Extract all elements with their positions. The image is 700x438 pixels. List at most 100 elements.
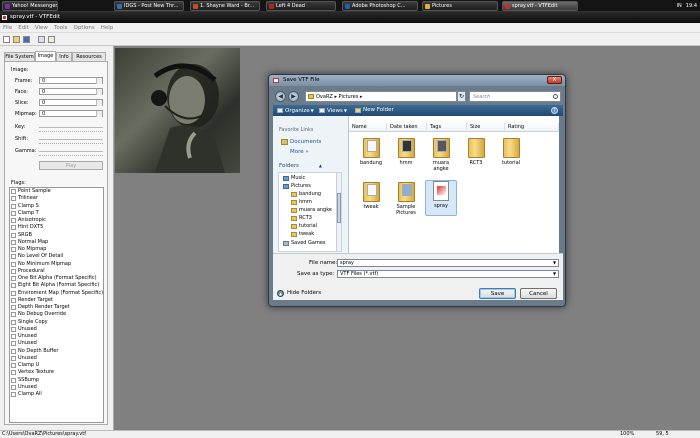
chevron-down-icon[interactable]: ▼ <box>551 260 558 266</box>
tab-resources[interactable]: Resources <box>72 52 106 61</box>
clock[interactable]: 19:4 <box>686 3 697 9</box>
more-links[interactable]: More » <box>290 149 309 155</box>
search-input[interactable]: Search <box>469 91 561 102</box>
folder-sample-pictures[interactable]: Sample Pictures <box>390 182 422 218</box>
flag-checkbox[interactable] <box>11 232 16 238</box>
flag-checkbox[interactable] <box>11 297 16 303</box>
menu-edit[interactable]: Edit <box>15 23 32 33</box>
flag-item[interactable]: Anisotropic <box>10 217 103 224</box>
menu-tools[interactable]: Tools <box>51 23 71 33</box>
column-name[interactable]: Name <box>349 123 387 132</box>
tree-bandung[interactable]: bandung <box>291 191 321 198</box>
flag-checkbox[interactable] <box>11 239 16 245</box>
flag-item[interactable]: One Bit Alpha (Format Specific) <box>10 275 103 282</box>
tree-tutorial[interactable]: tutorial <box>291 223 317 230</box>
folder-tutorial[interactable]: tutorial <box>495 138 527 174</box>
flag-item[interactable]: No Level Of Detail <box>10 253 103 260</box>
flag-item[interactable]: Hint DXT5 <box>10 224 103 231</box>
flag-item[interactable]: No Minimum Mipmap <box>10 261 103 268</box>
tree-rct3[interactable]: RCT3 <box>291 215 312 222</box>
flag-checkbox[interactable] <box>11 268 16 274</box>
tree-muara-angke[interactable]: muara angke <box>291 207 332 214</box>
folder-hmm[interactable]: hmm <box>390 138 422 174</box>
save-button[interactable]: Save <box>479 288 516 299</box>
tree-hmm[interactable]: hmm <box>291 199 312 206</box>
flag-checkbox[interactable] <box>11 261 16 267</box>
gamma-slider[interactable] <box>39 151 103 152</box>
flag-checkbox[interactable] <box>11 326 16 332</box>
flag-checkbox[interactable] <box>11 392 16 397</box>
column-tags[interactable]: Tags <box>427 123 467 132</box>
taskbar-vtfedit[interactable]: spray.vtf - VTFEdit <box>502 1 578 11</box>
face-field[interactable]: 0 <box>39 88 103 95</box>
file-name-field[interactable]: spray ▼ <box>337 259 559 267</box>
column-rating[interactable]: Rating <box>505 123 559 132</box>
chevron-down-icon[interactable]: ▼ <box>551 271 558 277</box>
folder-tweak[interactable]: tweak <box>355 182 387 218</box>
taskbar-yahoo-messenger[interactable]: Yahoo! Messenger <box>2 1 58 11</box>
taskbar-shayne-ward[interactable]: 1. Shayne Ward - Br... <box>190 1 260 11</box>
menu-view[interactable]: View <box>32 23 51 33</box>
flag-checkbox[interactable] <box>11 254 16 260</box>
flag-checkbox[interactable] <box>11 210 16 216</box>
taskbar-idgs[interactable]: IDGS - Post New Thr... <box>114 1 184 11</box>
flag-checkbox[interactable] <box>11 334 16 339</box>
spinner-arrows-icon[interactable] <box>96 111 102 117</box>
tab-image[interactable]: Image <box>35 51 56 61</box>
flag-item[interactable]: SSBump <box>10 377 103 384</box>
language-indicator[interactable]: IN <box>677 3 682 9</box>
tree-music[interactable]: Music <box>283 175 305 182</box>
spinner-arrows-icon[interactable] <box>96 78 102 84</box>
spinner-arrows-icon[interactable] <box>96 89 102 95</box>
flag-checkbox[interactable] <box>11 319 16 325</box>
flag-checkbox[interactable] <box>11 189 16 194</box>
tree-scrollbar[interactable] <box>336 173 341 251</box>
flag-item[interactable]: Enviroment Map (Format Specific) <box>10 290 103 297</box>
flag-checkbox[interactable] <box>11 305 16 310</box>
play-button[interactable]: Play <box>39 161 103 170</box>
cancel-button[interactable]: Cancel <box>520 288 557 299</box>
close-button[interactable]: X <box>547 76 562 84</box>
flag-item[interactable]: Unused <box>10 326 103 333</box>
flag-item[interactable]: No Depth Buffer <box>10 348 103 355</box>
file-spray[interactable]: spray <box>425 180 457 216</box>
flag-item[interactable]: No Debug Override <box>10 311 103 318</box>
tree-pictures[interactable]: Pictures <box>283 183 311 190</box>
flag-checkbox[interactable] <box>11 283 16 289</box>
flag-checkbox[interactable] <box>11 384 16 390</box>
menu-help[interactable]: Help <box>98 23 117 33</box>
breadcrumb[interactable]: OvaRZ ▸ Pictures ▸ <box>305 91 457 102</box>
spinner-arrows-icon[interactable] <box>96 100 102 106</box>
menu-file[interactable]: File <box>0 23 15 33</box>
flag-item[interactable]: Point Sample <box>10 188 103 195</box>
flag-checkbox[interactable] <box>11 312 16 318</box>
flag-item[interactable]: Render Target <box>10 297 103 304</box>
shift-slider[interactable] <box>39 139 103 140</box>
slice-field[interactable]: 0 <box>39 99 103 106</box>
help-icon[interactable]: ? <box>551 107 558 114</box>
tree-tweak[interactable]: tweak <box>291 231 314 238</box>
flag-checkbox[interactable] <box>11 276 16 281</box>
flag-item[interactable]: Clamp U <box>10 362 103 369</box>
flag-item[interactable]: Unused <box>10 340 103 347</box>
menu-options[interactable]: Options <box>71 23 98 33</box>
key-slider[interactable] <box>39 127 103 128</box>
hide-folders-toggle[interactable]: ▲ Hide Folders <box>277 290 321 297</box>
paste-icon[interactable] <box>48 36 55 43</box>
flag-checkbox[interactable] <box>11 247 16 252</box>
flag-checkbox[interactable] <box>11 355 16 361</box>
flag-checkbox[interactable] <box>11 348 16 354</box>
flag-item[interactable]: Normal Map <box>10 239 103 246</box>
flag-item[interactable]: Clamp S <box>10 203 103 210</box>
flag-item[interactable]: No Mipmap <box>10 246 103 253</box>
frame-field[interactable]: 0 <box>39 77 103 84</box>
column-size[interactable]: Size <box>467 123 505 132</box>
folder-rct3[interactable]: RCT3 <box>460 138 492 174</box>
flag-checkbox[interactable] <box>11 370 16 376</box>
favorite-documents[interactable]: Documents <box>281 139 321 145</box>
flag-item[interactable]: Clamp T <box>10 210 103 217</box>
search-icon[interactable] <box>553 94 558 99</box>
flag-item[interactable]: Trilinear <box>10 195 103 202</box>
new-folder-button[interactable]: New Folder <box>355 105 394 116</box>
save-icon[interactable] <box>23 36 30 43</box>
